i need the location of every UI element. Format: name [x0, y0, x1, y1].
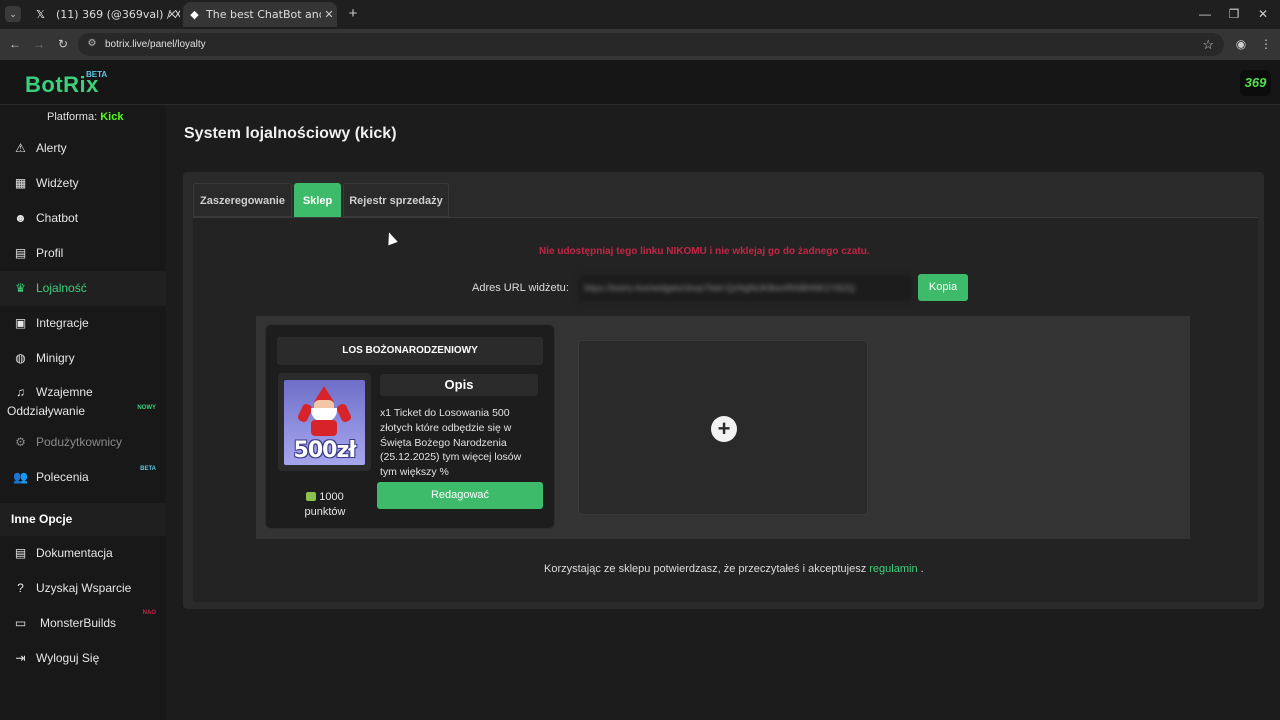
shop-item-image: 500zł: [278, 373, 371, 471]
image-price-text: 500zł: [293, 438, 357, 463]
book-icon: ▤: [14, 546, 27, 560]
sidebar-item-wyloguj[interactable]: ⇥ Wyloguj Się: [0, 641, 166, 676]
sidebar-item-dokumentacja[interactable]: ▤ Dokumentacja: [0, 536, 166, 571]
warning-triangle-icon: ⚠: [15, 141, 26, 155]
terms-link[interactable]: regulamin: [869, 563, 917, 575]
plug-icon: ▣: [14, 316, 27, 330]
terms-note: Korzystając ze sklepu potwierdzasz, że p…: [544, 563, 924, 575]
tab-zaszeregowanie[interactable]: Zaszeregowanie: [193, 183, 292, 217]
shop-item-title: LOS BOŻONARODZENIOWY: [277, 337, 543, 365]
tab-title: The best ChatBot and Widgets: [206, 8, 337, 21]
coins-icon: [306, 492, 317, 501]
forward-icon[interactable]: →: [32, 37, 46, 51]
grid-icon: ▦: [14, 176, 27, 190]
sidebar-item-profil[interactable]: ▤ Profil: [0, 236, 166, 271]
users-icon: 👥: [13, 470, 28, 484]
item-description: x1 Ticket do Losowania 500 złotych które…: [380, 407, 522, 479]
trophy-icon: ♛: [15, 281, 26, 295]
gamepad-icon: ◍: [15, 351, 26, 365]
close-icon[interactable]: ✕: [164, 2, 180, 27]
copy-button[interactable]: Kopia: [918, 274, 968, 301]
sidebar-item-lojalnosc[interactable]: ♛ Lojalność: [0, 271, 166, 306]
sidebar-item-monsterbuilds[interactable]: ▭ MonsterBuilds NAO: [0, 606, 166, 641]
new-badge: NOWY: [137, 405, 156, 411]
sidebar-item-poduzytkownicy: ⚙ Podużytkownicy: [0, 425, 166, 460]
browser-tab-x[interactable]: 𝕏 (11) 369 (@369val) / X ✕: [26, 2, 180, 27]
window-close-icon[interactable]: ✕: [1256, 7, 1270, 21]
users-cog-icon: ⚙: [15, 435, 26, 449]
app-header: BotRix BETA 369: [0, 60, 1280, 105]
sign-out-icon: ⇥: [15, 651, 26, 665]
promo-badge: NAO: [142, 610, 156, 616]
question-circle-icon: ?: [17, 581, 24, 595]
sidebar-item-wzajemne[interactable]: ♫ Wzajemne Oddziaływanie NOWY: [0, 383, 166, 421]
url-text: botrix.live/panel/loyalty: [105, 39, 206, 50]
tab-search-button[interactable]: ⌄: [5, 6, 21, 22]
avatar[interactable]: 369: [1240, 70, 1271, 96]
sidebar-item-integracje[interactable]: ▣ Integracje: [0, 306, 166, 341]
platform-label: Platforma: Kick: [47, 111, 124, 123]
browser-tab-bar: ⌄ 𝕏 (11) 369 (@369val) / X ✕ ◆ The best …: [0, 0, 1280, 29]
address-bar: ← → ↻ ⚙ botrix.live/panel/loyalty ☆ ◉ ⋮: [0, 29, 1280, 60]
widget-url-field[interactable]: https://botrix.live/widgets/shop?bid=QzN…: [578, 275, 912, 301]
bookmark-star-icon[interactable]: ☆: [1202, 37, 1214, 52]
beta-badge: BETA: [140, 466, 156, 472]
close-icon[interactable]: ✕: [321, 2, 337, 27]
sidebar-item-wsparcie[interactable]: ? Uzyskaj Wsparcie: [0, 571, 166, 606]
botrix-favicon-icon: ◆: [190, 8, 199, 21]
sidebar: Platforma: Kick ⚠ Alerty ▦ Widżety ☻ Cha…: [0, 105, 166, 720]
minimize-icon[interactable]: —: [1198, 7, 1212, 21]
beta-badge: BETA: [86, 70, 108, 79]
santa-image: 500zł: [284, 380, 365, 465]
robot-icon: ☻: [14, 211, 27, 225]
description-heading: Opis: [380, 374, 538, 396]
new-tab-button[interactable]: +: [344, 5, 362, 23]
menu-dots-icon[interactable]: ⋮: [1259, 37, 1273, 51]
widget-url-label: Adres URL widżetu:: [472, 282, 569, 294]
plus-circle-icon[interactable]: +: [711, 416, 737, 442]
sidebar-item-widzety[interactable]: ▦ Widżety: [0, 166, 166, 201]
url-input[interactable]: ⚙ botrix.live/panel/loyalty ☆: [78, 33, 1224, 56]
back-icon[interactable]: ←: [8, 37, 22, 51]
warning-text: Nie udostępniaj tego linku NIKOMU i nie …: [539, 246, 870, 257]
reload-icon[interactable]: ↻: [56, 37, 70, 51]
site-info-icon[interactable]: ⚙: [86, 38, 98, 50]
item-points: 1000 punktów: [304, 491, 346, 518]
sidebar-item-minigry[interactable]: ◍ Minigry: [0, 341, 166, 376]
tab-sklep[interactable]: Sklep: [294, 183, 341, 217]
laptop-icon: ▭: [14, 616, 27, 630]
x-logo-icon: 𝕏: [36, 8, 45, 21]
sidebar-item-alerty[interactable]: ⚠ Alerty: [0, 131, 166, 166]
id-card-icon: ▤: [14, 246, 27, 260]
add-item-card[interactable]: +: [578, 340, 868, 515]
platform-value: Kick: [100, 111, 124, 123]
page-title: System lojalnościowy (kick): [184, 125, 397, 142]
profile-icon[interactable]: ◉: [1234, 37, 1248, 51]
edit-item-button[interactable]: Redagować: [377, 482, 543, 509]
sidebar-item-chatbot[interactable]: ☻ Chatbot: [0, 201, 166, 236]
tab-rejestr-sprzedazy[interactable]: Rejestr sprzedaży: [343, 183, 449, 217]
browser-tab-botrix[interactable]: ◆ The best ChatBot and Widgets ✕: [183, 2, 337, 27]
sidebar-item-polecenia[interactable]: 👥 Polecenia BETA: [0, 460, 166, 495]
music-icon: ♫: [16, 385, 25, 399]
section-title-other-options: Inne Opcje: [0, 503, 166, 536]
restore-icon[interactable]: ❐: [1227, 7, 1241, 21]
tab-title: (11) 369 (@369val) / X: [56, 8, 180, 21]
